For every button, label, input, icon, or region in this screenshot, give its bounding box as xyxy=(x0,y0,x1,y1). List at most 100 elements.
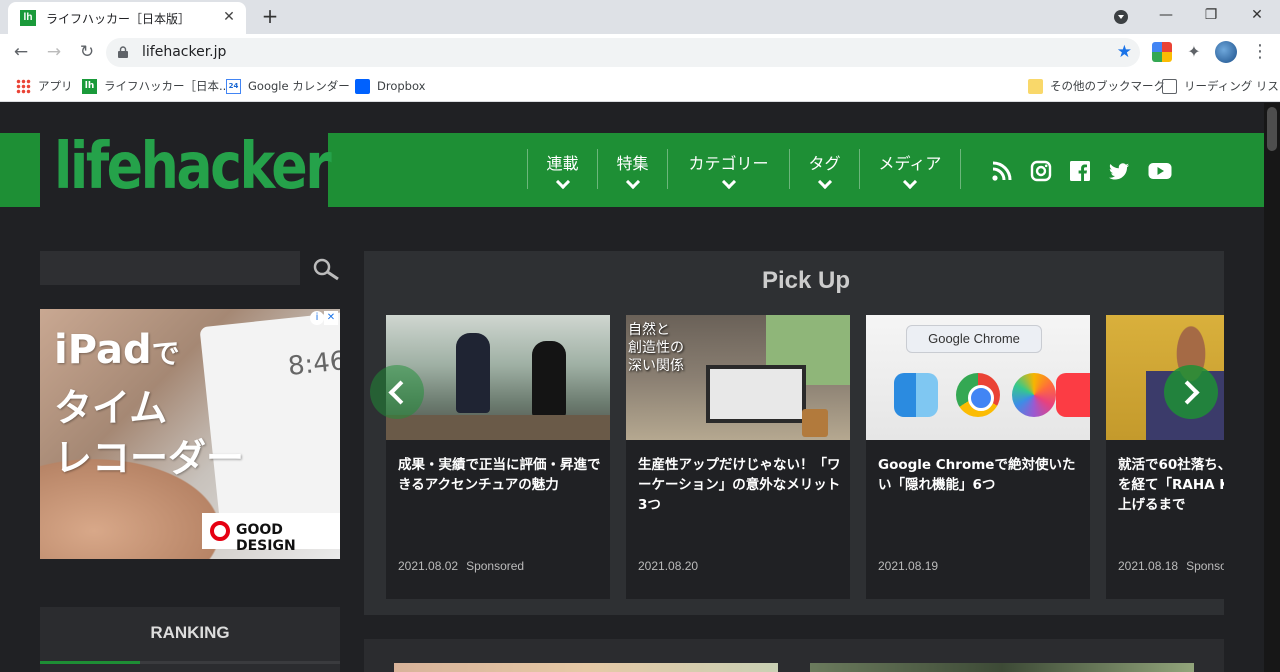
bookmark-google-calendar[interactable]: 24 Google カレンダー xyxy=(226,77,350,95)
good-design-badge: GOOD DESIGN xyxy=(202,513,340,554)
chevron-down-icon xyxy=(817,174,832,190)
bookmark-dropbox[interactable]: Dropbox xyxy=(355,77,425,95)
bookmark-star-icon[interactable]: ★ xyxy=(1117,42,1132,62)
thumb-chrome-tab: Google Chrome xyxy=(906,325,1042,353)
reading-list-label: リーディング リスト xyxy=(1184,79,1280,93)
good-design-logo-icon xyxy=(210,521,230,541)
bookmarks-bar: アプリ lh ライフハッカー［日本... 24 Google カレンダー Dropb… xyxy=(0,70,1280,102)
youtube-icon[interactable] xyxy=(1148,160,1172,182)
section-thumbnail xyxy=(810,663,1194,672)
section-thumbnail xyxy=(394,663,778,672)
twitter-icon[interactable] xyxy=(1108,160,1130,182)
other-bookmarks[interactable]: その他のブックマーク xyxy=(1028,77,1165,95)
card-title: 就活で60社落ち、 を経て「RAHA K 上げるまで xyxy=(1118,457,1224,513)
folder-icon xyxy=(1028,79,1043,94)
carousel-prev-icon[interactable] xyxy=(370,365,424,419)
tab-search-icon[interactable] xyxy=(1114,10,1128,24)
menu-kebab-icon[interactable]: ⋮ xyxy=(1250,42,1270,62)
ad-close-icon[interactable]: ✕ xyxy=(324,311,338,325)
photos-icon xyxy=(1012,373,1056,417)
good-design-text: GOOD DESIGN xyxy=(236,522,296,554)
thumb-person xyxy=(532,341,566,417)
pickup-carousel: Pick Up 成果・実績で正当に評価・昇進できるアクセンチュアの魅力 2021… xyxy=(364,251,1224,615)
nav-item-features[interactable]: 特集 xyxy=(597,149,667,190)
card-thumbnail: Google Chrome xyxy=(866,315,1090,440)
window-close-icon[interactable]: ✕ xyxy=(1245,4,1269,26)
card-thumbnail: 自然と 創造性の 深い関係 xyxy=(626,315,850,440)
nav-divider xyxy=(960,149,961,189)
scrollbar-thumb[interactable] xyxy=(1267,107,1277,151)
back-icon[interactable]: ← xyxy=(9,40,33,64)
ranking-widget: RANKING xyxy=(40,607,340,672)
bookmark-label: アプリ xyxy=(38,79,73,93)
lifehacker-favicon-icon: lh xyxy=(20,10,36,26)
new-tab-icon[interactable]: + xyxy=(258,5,282,29)
nav-item-tags[interactable]: タグ xyxy=(789,149,859,190)
ad-headline-small: で xyxy=(151,337,180,370)
card-date: 2021.08.18 xyxy=(1118,559,1179,573)
carousel-next-icon[interactable] xyxy=(1164,365,1218,419)
extensions-puzzle-icon[interactable]: ✦ xyxy=(1184,42,1204,62)
close-tab-icon[interactable]: ✕ xyxy=(220,8,238,26)
card-tag: Sponsored xyxy=(466,559,525,573)
pickup-card[interactable]: Google Chrome Google Chromeで絶対使いたい「隠れ機能」… xyxy=(866,315,1090,599)
card-meta: 2021.08.19 xyxy=(878,559,946,573)
extension-icon[interactable] xyxy=(1152,42,1172,62)
profile-avatar[interactable] xyxy=(1215,41,1237,63)
bookmark-label: ライフハッカー［日本... xyxy=(104,79,230,93)
card-tag: Sponso xyxy=(1186,559,1224,573)
page-scrollbar[interactable] xyxy=(1264,103,1280,672)
other-bookmarks-label: その他のブックマーク xyxy=(1050,79,1165,93)
pickup-title: Pick Up xyxy=(761,267,851,294)
logo-text: lifehacker xyxy=(54,130,332,204)
lock-icon xyxy=(118,46,128,58)
sidebar-ad[interactable]: 8:46 iPadで タイム レコーダー i ✕ GOOD DESIGN xyxy=(40,309,340,559)
nav-label: カテゴリー xyxy=(688,154,769,173)
pickup-card[interactable]: 就活で60社落ち、 を経て「RAHA K 上げるまで 2021.08.18 Spo… xyxy=(1106,315,1224,599)
ad-headline-1: iPadで xyxy=(54,327,180,373)
card-title: 生産性アップだけじゃない！「ワーケーション」の意外なメリット3つ xyxy=(638,457,841,513)
chevron-down-icon xyxy=(625,174,640,190)
minimize-icon[interactable]: — xyxy=(1154,4,1178,26)
reload-icon[interactable]: ↻ xyxy=(75,40,99,64)
instagram-icon[interactable] xyxy=(1030,160,1052,182)
nav-item-series[interactable]: 連載 xyxy=(527,149,597,190)
bookmark-lifehacker[interactable]: lh ライフハッカー［日本... xyxy=(82,77,230,95)
next-section xyxy=(364,639,1224,672)
dropbox-icon xyxy=(355,79,370,94)
site-header: lifehacker 連載 特集 カテゴリー タグ メディア xyxy=(0,130,1264,207)
forward-icon[interactable]: → xyxy=(42,40,66,64)
browser-toolbar: ← → ↻ lifehacker.jp ★ ✦ ⋮ xyxy=(0,34,1280,70)
facebook-icon[interactable] xyxy=(1069,160,1091,182)
thumb-table xyxy=(386,415,610,440)
rss-icon[interactable] xyxy=(991,160,1013,182)
bookmark-label: Dropbox xyxy=(377,79,426,93)
search-icon[interactable] xyxy=(312,257,340,281)
ad-info-icon[interactable]: i xyxy=(310,311,324,325)
lifehacker-favicon-icon: lh xyxy=(82,79,97,94)
page-viewport: lifehacker 連載 特集 カテゴリー タグ メディア 8:46 iPad… xyxy=(0,103,1264,672)
card-meta: 2021.08.18 Sponso xyxy=(1118,559,1224,573)
bookmark-apps[interactable]: アプリ xyxy=(16,77,73,95)
url-text: lifehacker.jp xyxy=(142,44,227,60)
address-bar[interactable]: lifehacker.jp ★ xyxy=(106,38,1140,67)
card-meta: 2021.08.02 Sponsored xyxy=(398,559,532,573)
reading-list-icon xyxy=(1162,79,1177,94)
chevron-down-icon xyxy=(721,174,736,190)
card-date: 2021.08.20 xyxy=(638,559,699,573)
card-date: 2021.08.02 xyxy=(398,559,459,573)
nav-item-media[interactable]: メディア xyxy=(859,149,960,190)
search-input[interactable] xyxy=(40,251,300,285)
nav-item-categories[interactable]: カテゴリー xyxy=(667,149,789,190)
nav-label: メディア xyxy=(878,154,942,173)
pickup-card[interactable]: 成果・実績で正当に評価・昇進できるアクセンチュアの魅力 2021.08.02 Sp… xyxy=(386,315,610,599)
browser-tab[interactable]: lh ライフハッカー［日本版］ ✕ xyxy=(8,2,246,34)
restore-icon[interactable]: ❐ xyxy=(1199,4,1223,26)
nav-label: タグ xyxy=(808,154,841,173)
reading-list[interactable]: リーディング リスト xyxy=(1162,77,1280,95)
thumb-cup xyxy=(802,409,828,437)
ranking-title: RANKING xyxy=(150,623,230,642)
site-logo[interactable]: lifehacker xyxy=(40,130,332,207)
thumb-person xyxy=(456,333,490,413)
pickup-card[interactable]: 自然と 創造性の 深い関係 生産性アップだけじゃない！「ワーケーション」の意外な… xyxy=(626,315,850,599)
